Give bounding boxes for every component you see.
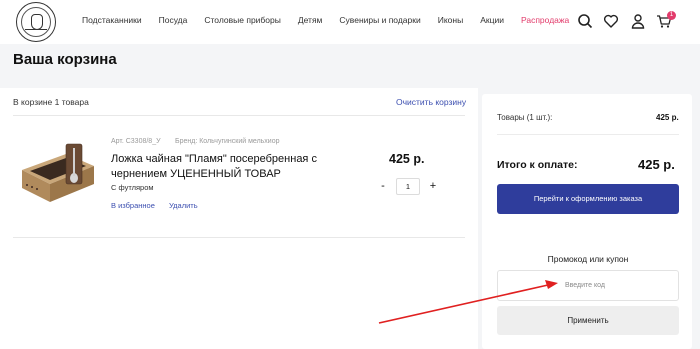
nav-item-icons[interactable]: Иконы <box>438 15 463 25</box>
total-label: Итого к оплате: <box>497 159 578 171</box>
nav-item-kids[interactable]: Детям <box>298 15 323 25</box>
product-article: Арт. С3308/8_У <box>111 138 161 145</box>
nav-item-sale[interactable]: Распродажа <box>521 15 569 25</box>
apply-promo-button[interactable]: Применить <box>497 306 679 335</box>
divider <box>13 237 465 238</box>
divider <box>13 115 465 116</box>
nav-item-posuda[interactable]: Посуда <box>159 15 188 25</box>
nav-item-promotions[interactable]: Акции <box>480 15 504 25</box>
page-title: Ваша корзина <box>13 51 117 68</box>
clear-cart-link[interactable]: Очистить корзину <box>396 97 466 107</box>
checkout-button[interactable]: Перейти к оформлению заказа <box>497 184 679 214</box>
cart-panel <box>0 88 478 349</box>
product-option: С футляром <box>111 183 154 192</box>
quantity-decrease-button[interactable]: - <box>378 178 388 194</box>
product-brand: Бренд: Кольчугинский мельхиор <box>175 138 280 145</box>
nav-item-souvenirs[interactable]: Сувениры и подарки <box>339 15 420 25</box>
product-image[interactable] <box>18 140 98 206</box>
user-icon[interactable] <box>630 13 646 29</box>
total-value: 425 р. <box>638 157 675 172</box>
add-to-favorites-link[interactable]: В избранное <box>111 201 155 210</box>
items-total-value: 425 р. <box>656 113 679 122</box>
delete-item-link[interactable]: Удалить <box>169 201 198 210</box>
promo-code-input[interactable] <box>497 270 679 301</box>
logo[interactable] <box>16 2 56 42</box>
promo-title: Промокод или купон <box>547 254 629 264</box>
nav-item-podstakanniki[interactable]: Подстаканники <box>82 15 142 25</box>
main-nav: Подстаканники Посуда Столовые приборы Де… <box>82 15 586 25</box>
quantity-field[interactable]: 1 <box>396 178 420 195</box>
product-name[interactable]: Ложка чайная "Пламя" посеребренная с чер… <box>111 152 331 182</box>
quantity-increase-button[interactable]: + <box>428 178 438 194</box>
site-header: Подстаканники Посуда Столовые приборы Де… <box>0 0 700 44</box>
product-price: 425 р. <box>389 152 425 166</box>
items-total-label: Товары (1 шт.): <box>497 113 553 122</box>
divider <box>497 134 679 135</box>
search-icon[interactable] <box>577 13 593 29</box>
nav-item-cutlery[interactable]: Столовые приборы <box>204 15 280 25</box>
cart-count-badge: 1 <box>667 11 676 20</box>
heart-icon[interactable] <box>603 13 619 29</box>
cart-count-text: В корзине 1 товара <box>13 97 89 107</box>
